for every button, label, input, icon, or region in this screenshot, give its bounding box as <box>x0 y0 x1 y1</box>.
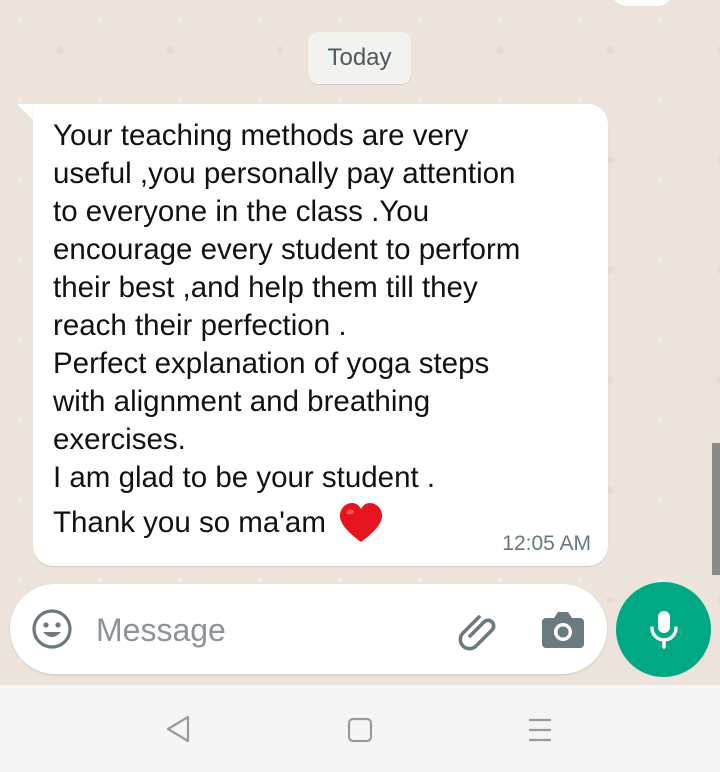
nav-back-icon[interactable] <box>164 714 192 744</box>
paperclip-icon[interactable] <box>454 606 502 654</box>
date-separator: Today <box>308 32 411 84</box>
message-text: Your teaching methods are very useful ,y… <box>53 119 521 494</box>
message-input[interactable] <box>94 604 428 656</box>
date-separator-label: Today <box>327 44 392 71</box>
previous-message-bubble <box>612 0 672 6</box>
scrollbar-thumb[interactable] <box>712 443 720 575</box>
nav-menu-icon[interactable] <box>526 716 554 744</box>
message-last-line-text: Thank you so ma'am <box>53 506 326 539</box>
nav-home-icon[interactable] <box>346 716 374 744</box>
voice-message-button[interactable] <box>616 582 711 677</box>
red-heart-emoji-icon <box>339 503 382 542</box>
incoming-message-bubble[interactable]: Your teaching methods are very useful ,y… <box>33 104 608 566</box>
smiley-icon[interactable] <box>30 607 74 651</box>
message-composer <box>10 584 607 674</box>
chat-background: Today Your teaching methods are very use… <box>0 0 720 685</box>
message-last-line: Thank you so ma'am <box>53 502 384 544</box>
message-timestamp: 12:05 AM <box>502 532 591 555</box>
microphone-icon <box>649 610 678 649</box>
camera-icon[interactable] <box>540 608 586 650</box>
